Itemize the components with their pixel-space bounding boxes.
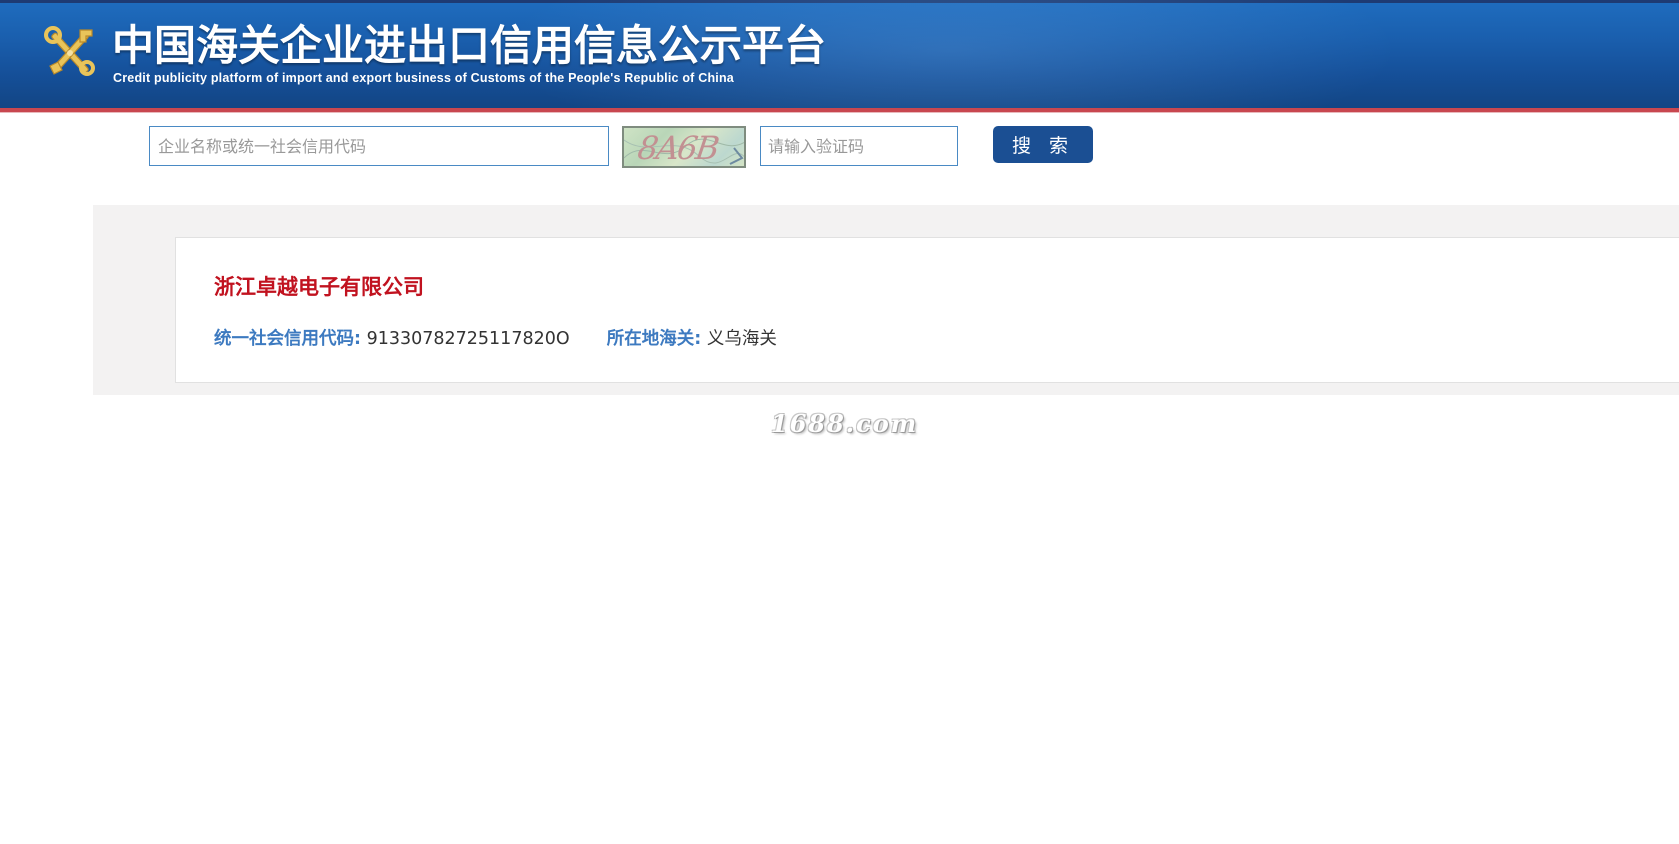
site-title: 中国海关企业进出口信用信息公示平台 <box>112 21 827 70</box>
header-banner: 中国海关企业进出口信用信息公示平台 Credit publicity platf… <box>0 0 1679 108</box>
watermark-text: 1688.com <box>771 409 919 438</box>
customs-label: 所在地海关: <box>606 329 702 349</box>
company-name-link[interactable]: 浙江卓越电子有限公司 <box>214 273 424 301</box>
credit-code-value: 91330782725117820O <box>366 329 570 349</box>
header-stripe-highlight <box>0 112 1679 113</box>
result-card: 浙江卓越电子有限公司 统一社会信用代码: 91330782725117820O … <box>175 237 1679 383</box>
search-button[interactable]: 搜 索 <box>993 126 1093 163</box>
company-info-row: 统一社会信用代码: 91330782725117820O 所在地海关: 义乌海关 <box>214 327 777 351</box>
page: 中国海关企业进出口信用信息公示平台 Credit publicity platf… <box>0 0 1679 844</box>
verification-code-input[interactable] <box>760 126 958 166</box>
site-subtitle: Credit publicity platform of import and … <box>113 71 734 85</box>
credit-code-label: 统一社会信用代码: <box>214 329 361 349</box>
customs-emblem-icon[interactable] <box>40 22 102 84</box>
customs-value: 义乌海关 <box>706 329 777 349</box>
company-search-input[interactable] <box>149 126 609 166</box>
captcha-image[interactable]: 8A6B <box>622 126 746 168</box>
captcha-text: 8A6B <box>635 129 721 167</box>
